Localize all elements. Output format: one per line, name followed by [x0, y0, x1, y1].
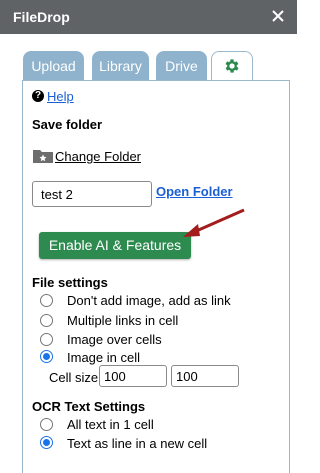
- folder-star-icon[interactable]: [32, 147, 54, 164]
- save-folder-heading: Save folder: [32, 117, 103, 132]
- radio-all-text-one-cell[interactable]: [40, 418, 53, 431]
- help-link[interactable]: Help: [47, 89, 74, 104]
- gear-icon: [225, 59, 239, 73]
- tab-drive-label: Drive: [165, 58, 198, 74]
- radio-text-as-line-label: Text as line in a new cell: [67, 436, 208, 451]
- window-title: FileDrop: [13, 9, 70, 25]
- close-icon[interactable]: [267, 5, 289, 27]
- enable-ai-features-label: Enable AI & Features: [48, 237, 182, 253]
- tab-library-label: Library: [99, 58, 142, 74]
- cell-width-input[interactable]: [99, 365, 167, 387]
- radio-multiple-links[interactable]: [40, 314, 53, 327]
- radio-image-in-cell-label: Image in cell: [67, 350, 140, 365]
- arrow-icon: [183, 208, 245, 237]
- radio-image-over-cells[interactable]: [40, 333, 53, 346]
- change-folder-link[interactable]: Change Folder: [55, 149, 141, 164]
- radio-dont-add-image[interactable]: [40, 294, 53, 307]
- tab-upload-label: Upload: [31, 58, 76, 74]
- enable-ai-features-button[interactable]: Enable AI & Features: [39, 232, 191, 259]
- tab-upload[interactable]: Upload: [23, 51, 84, 81]
- cell-size-label: Cell size:: [49, 370, 102, 385]
- file-settings-heading: File settings: [32, 275, 108, 290]
- help-icon: ?: [32, 90, 44, 102]
- radio-all-text-one-cell-label: All text in 1 cell: [67, 417, 154, 432]
- title-bar: FileDrop: [0, 0, 297, 34]
- cell-height-input[interactable]: [171, 365, 239, 387]
- radio-image-over-cells-label: Image over cells: [67, 332, 162, 347]
- folder-name-input[interactable]: [32, 181, 152, 207]
- tab-library[interactable]: Library: [92, 51, 149, 81]
- radio-multiple-links-label: Multiple links in cell: [67, 313, 179, 328]
- ocr-settings-heading: OCR Text Settings: [32, 399, 146, 414]
- radio-text-as-line[interactable]: [40, 436, 53, 449]
- tab-drive[interactable]: Drive: [156, 51, 207, 81]
- tab-settings[interactable]: [211, 51, 253, 83]
- radio-image-in-cell[interactable]: [40, 350, 53, 363]
- open-folder-link[interactable]: Open Folder: [156, 184, 233, 199]
- radio-dont-add-image-label: Don't add image, add as link: [67, 293, 231, 308]
